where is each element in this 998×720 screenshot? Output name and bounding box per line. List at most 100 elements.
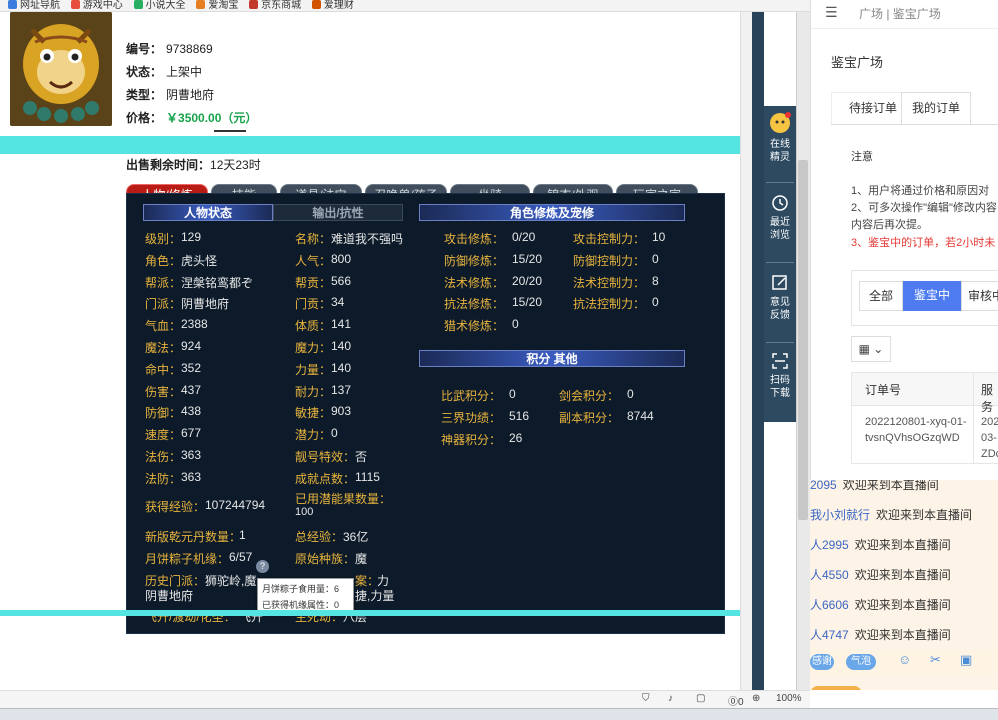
scrollbar-thumb[interactable] [798,160,808,520]
speaker-icon[interactable]: ♪ [668,693,673,704]
column-toggle-icon[interactable]: ▦ ⌄ [851,336,891,362]
scan-download-label: 扫码下载 [770,375,790,399]
filter-appraising[interactable]: 鉴宝中 [903,281,961,311]
stat-value: 137 [331,382,352,397]
race-value: 魔 [355,552,368,566]
recent-browse-label: 最近浏览 [770,217,790,241]
stat-label: 级别： [145,232,182,246]
divider [811,28,998,29]
bubble-button[interactable]: 气泡 [846,654,876,670]
gift-button[interactable] [810,686,862,690]
bookmark-item[interactable]: 网址导航 [8,0,60,11]
stat-label: 魔力： [295,341,332,355]
stat-value: 虎头怪 [181,253,218,268]
count-badge: ⓪0 [728,697,744,708]
help-icon[interactable]: ? [256,560,269,573]
overlay-frame-top [0,136,757,154]
divider [766,182,794,183]
character-avatar [10,12,112,126]
note-title: 注意 [851,151,873,163]
feedback-button[interactable]: 意见反馈 [764,274,796,322]
chat-text: 欢迎来到本直播间 [854,598,951,612]
score-label: 神器积分： [441,432,502,447]
race-label: 原始种族： [295,552,356,566]
recent-browse-button[interactable]: 最近浏览 [764,194,796,242]
control-value: 0 [652,251,659,266]
filter-reviewing[interactable]: 审核中 [961,281,998,311]
chat-username[interactable]: 人6606 [810,598,849,612]
page-scrollbar[interactable] [740,12,752,690]
section-score: 积分 其他 [419,350,685,367]
tooltip-line2-value: 0 [334,600,340,610]
bookmark-item[interactable]: 京东商城 [249,0,301,11]
chat-username[interactable]: 2095 [810,480,837,492]
chat-username[interactable]: 人2995 [810,538,849,552]
clock-icon [772,195,788,211]
spirit-avatar-icon [770,112,791,133]
cultivation-label: 攻击修炼： [444,232,505,246]
breadcrumb[interactable]: 广场 | 鉴宝广场 [859,5,941,22]
chat-username[interactable]: 我小刘就行 [810,508,870,522]
zoom-level[interactable]: 100% [776,693,802,704]
chat-message: 2095 欢迎来到本直播间 [810,480,939,493]
stat-value: 2388 [181,317,208,332]
stat-label: 体质： [295,319,332,334]
stat-label: 魔法： [145,341,182,355]
stat-label: 名称： [295,232,332,246]
score-label: 比武积分： [441,389,502,403]
stat-label: 法伤： [145,450,182,464]
shield-icon[interactable]: ⛉ [642,693,650,704]
emoji-icon[interactable]: ☺ [898,652,911,667]
stat-label: 力量： [295,362,332,377]
stat-label: 角色： [145,253,182,268]
section-character-state[interactable]: 人物状态 [143,204,273,221]
total-exp-value: 36亿 [343,530,369,544]
menu-icon[interactable]: ☰ [825,4,838,21]
bookmark-item[interactable]: 小说大全 [133,0,186,11]
scissors-icon[interactable]: ✂ [930,652,941,668]
order-number-cell: 2022120801-xyq-01-tvsnQVhsOGzqWD [865,416,967,444]
control-value: 0 [652,295,659,310]
scan-icon [772,353,788,369]
stat-value: 141 [331,317,352,332]
filter-all[interactable]: 全部 [859,281,903,311]
bookmark-item[interactable]: 游戏中心 [70,0,123,11]
browser-status-bar: ⛉ ♪ ▢ ⓪0 ⊕ 100% [0,690,810,708]
stat-label: 帮派： [145,275,182,290]
stat-value: 1115 [355,469,380,484]
total-exp-label: 总经验： [295,530,344,544]
bookmark-item[interactable]: 爱理财 [311,0,354,11]
stat-value: 否 [355,450,368,464]
stat-value: 438 [181,404,202,419]
item-price: 价格： ￥3500.00（元） [126,111,258,125]
lock-icon[interactable]: ▢ [696,693,705,704]
service-cell: 202 03- ZDc [981,416,998,460]
bookmark-item[interactable]: 爱淘宝 [196,0,238,11]
online-spirit-button[interactable]: 在线精灵 [764,112,796,164]
history-value: 狮驼岭,魔 [205,574,257,588]
stat-label: 气血： [145,319,182,334]
zoom-icon[interactable]: ⊕ [752,693,760,704]
score-value: 516 [509,408,530,423]
exp-value: 107244794 [205,498,266,512]
cultivation-value: 0 [512,317,519,332]
chat-username[interactable]: 人4550 [810,568,849,582]
stat-value: 924 [181,339,202,353]
tooltip-line1-label: 月饼粽子食用量： [262,584,335,594]
stat-label: 伤害： [145,384,182,399]
tab-my-orders[interactable]: 我的订单 [901,92,971,124]
section-output-resist[interactable]: 输出/抗性 [273,204,403,221]
item-type: 类型： 阴曹地府 [126,88,215,102]
score-label: 剑会积分： [559,389,620,403]
stat-label: 帮贡： [295,275,332,290]
chat-message: 我小刘就行 欢迎来到本直播间 [810,506,972,523]
image-icon[interactable]: ▣ [960,652,972,668]
chat-username[interactable]: 人4747 [810,628,849,642]
scan-download-button[interactable]: 扫码下载 [764,352,796,400]
chat-text: 欢迎来到本直播间 [854,568,951,582]
divider [766,262,794,263]
stat-value: 363 [181,469,202,484]
qianyuan-label: 新版乾元丹数量： [145,530,242,544]
thanks-button[interactable]: 感谢 [810,654,834,670]
stat-label: 法防： [145,471,182,486]
